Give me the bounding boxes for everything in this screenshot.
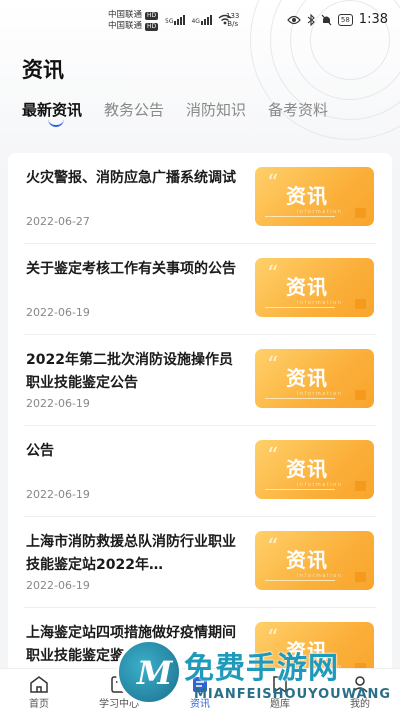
carrier-info: 中国联通 HD 中国联通 HD [108,10,159,32]
status-bar: 中国联通 HD 中国联通 HD 5G 4G 133 B/s 58 1:38 [0,0,400,42]
news-item[interactable]: 上海鉴定站四项措施做好疫情期间职业技能鉴定鉴… “资讯 information [8,608,392,668]
news-date: 2022-06-19 [26,579,90,592]
mute-icon [321,14,332,25]
eye-icon [287,15,301,24]
news-item[interactable]: 公告 2022-06-19 “资讯 information [8,426,392,517]
nav-profile[interactable]: 我的 [335,675,385,710]
clock: 1:38 [358,12,388,27]
news-thumbnail: “资讯 information [255,531,374,590]
study-icon [111,676,127,693]
news-item[interactable]: 关于鉴定考核工作有关事项的公告 2022-06-19 “资讯 informatio… [8,244,392,335]
tab-academic-notices[interactable]: 教务公告 [104,99,164,120]
tab-fire-knowledge[interactable]: 消防知识 [186,99,246,120]
news-date: 2022-06-19 [26,306,90,319]
page-title: 资讯 [22,58,64,82]
bluetooth-icon [307,13,315,26]
nav-label: 我的 [350,699,370,710]
news-title: 火灾警报、消防应急广播系统调试 [26,170,236,186]
news-thumbnail: “资讯 information [255,622,374,668]
news-thumbnail: “资讯 information [255,167,374,226]
signal-5g-icon: 5G [165,15,186,25]
news-item[interactable]: 2022年第二批次消防设施操作员职业技能鉴定公告 2022-06-19 “资讯 i… [8,335,392,426]
nav-news[interactable]: 资讯 [175,675,225,710]
news-icon [193,677,207,692]
news-title: 上海鉴定站四项措施做好疫情期间职业技能鉴定鉴… [26,625,236,664]
news-thumbnail: “资讯 information [255,349,374,408]
bottom-navigation: 首页 学习中心 资讯 题库 我的 [0,668,400,711]
question-bank-icon [273,676,287,693]
signal-icons: 5G 4G [165,14,232,25]
nav-label: 题库 [270,699,290,710]
news-list: 火灾警报、消防应急广播系统调试 2022-06-27 “资讯 informatio… [8,153,392,668]
news-item[interactable]: 火灾警报、消防应急广播系统调试 2022-06-27 “资讯 informatio… [8,153,392,244]
nav-home[interactable]: 首页 [14,675,64,710]
category-tabs: 最新资讯 教务公告 消防知识 备考资料 [22,99,328,120]
carrier-2: 中国联通 [108,21,143,31]
profile-icon [352,676,368,693]
news-title: 上海市消防救援总队消防行业职业技能鉴定站2022年… [26,534,236,573]
news-date: 2022-06-27 [26,215,90,228]
hd-badge: HD [145,11,159,20]
nav-study-center[interactable]: 学习中心 [94,675,144,710]
news-item[interactable]: 上海市消防救援总队消防行业职业技能鉴定站2022年… 2022-06-19 “资… [8,517,392,608]
hd-badge: HD [145,22,159,31]
tab-exam-materials[interactable]: 备考资料 [268,99,328,120]
news-title: 关于鉴定考核工作有关事项的公告 [26,261,236,277]
nav-label: 首页 [29,699,49,710]
news-title: 公告 [26,443,54,459]
carrier-1: 中国联通 [108,10,143,20]
nav-label: 资讯 [190,699,210,710]
battery-indicator: 58 [337,13,353,26]
network-speed: 133 B/s [226,12,240,28]
news-thumbnail: “资讯 information [255,258,374,317]
nav-question-bank[interactable]: 题库 [255,675,305,710]
news-thumbnail: “资讯 information [255,440,374,499]
news-title: 2022年第二批次消防设施操作员职业技能鉴定公告 [26,352,233,391]
news-date: 2022-06-19 [26,397,90,410]
news-date: 2022-06-19 [26,488,90,501]
signal-4g-icon: 4G [191,15,212,25]
home-icon [30,676,48,693]
nav-label: 学习中心 [99,699,139,710]
